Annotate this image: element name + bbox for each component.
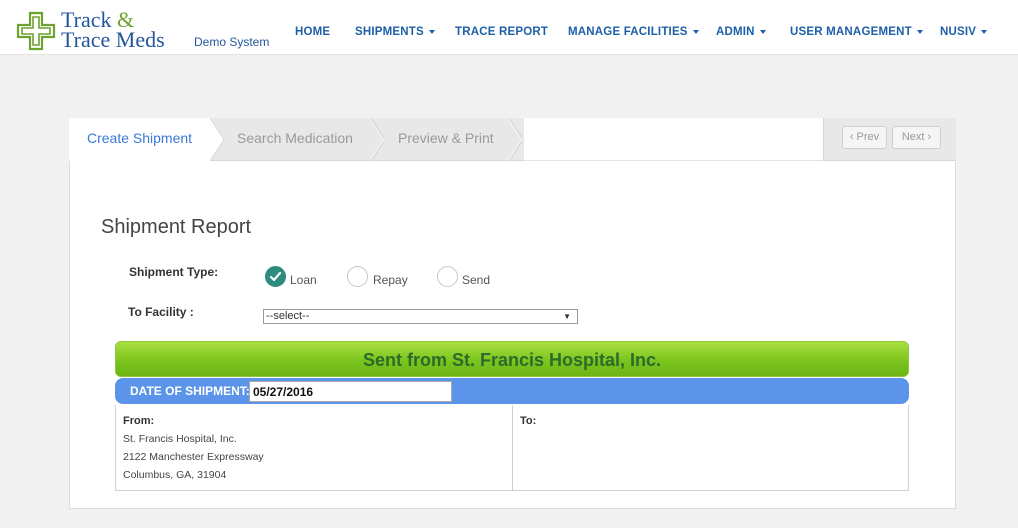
nav-shipments-label: SHIPMENTS xyxy=(355,26,424,38)
chevron-left-icon: ‹ xyxy=(849,131,854,143)
wizard-step-search-medication[interactable]: Search Medication xyxy=(219,118,374,161)
caret-down-icon xyxy=(428,29,435,34)
wizard-spacer xyxy=(524,118,823,161)
wizard-divider xyxy=(823,118,824,161)
top-navbar: Track & Trace Meds Demo System HOME SHIP… xyxy=(0,0,1018,55)
nav-shipments[interactable]: SHIPMENTS xyxy=(355,26,435,38)
prev-label: Prev xyxy=(856,131,880,143)
brand-line2: Trace Meds xyxy=(61,27,165,52)
nav-manage-facilities-label: MANAGE FACILITIES xyxy=(568,26,688,38)
from-line-2: 2122 Manchester Expressway xyxy=(123,451,264,463)
nav-nusiv-label: NUSIV xyxy=(940,26,977,38)
brand-name[interactable]: Track & Trace Meds xyxy=(61,9,165,52)
nav-admin[interactable]: ADMIN xyxy=(716,26,766,38)
nav-trace-report[interactable]: TRACE REPORT xyxy=(455,26,548,38)
radio-loan[interactable] xyxy=(265,266,286,287)
from-line-3: Columbus, GA, 31904 xyxy=(123,469,227,481)
nav-home[interactable]: HOME xyxy=(295,26,330,38)
next-button[interactable]: Next › xyxy=(892,126,941,149)
nav-manage-facilities[interactable]: MANAGE FACILITIES xyxy=(568,26,699,38)
caret-down-icon xyxy=(916,29,923,34)
caret-down-icon xyxy=(759,29,766,34)
radio-repay-label: Repay xyxy=(373,273,408,287)
checkmark-icon xyxy=(269,271,282,282)
date-of-shipment-label: DATE OF SHIPMENT: xyxy=(130,384,250,398)
to-facility-value: --select-- xyxy=(266,310,310,322)
radio-send[interactable] xyxy=(437,266,458,287)
radio-loan-label: Loan xyxy=(290,273,317,287)
nav-user-management[interactable]: USER MANAGEMENT xyxy=(790,26,923,38)
sent-from-banner: Sent from St. Francis Hospital, Inc. xyxy=(115,341,909,377)
chevron-right-icon: › xyxy=(927,131,932,143)
caret-down-icon xyxy=(692,29,699,34)
radio-send-label: Send xyxy=(462,273,491,287)
next-label: Next xyxy=(901,131,925,143)
to-label: To: xyxy=(520,415,537,427)
radio-repay[interactable] xyxy=(347,266,368,287)
from-line-1: St. Francis Hospital, Inc. xyxy=(123,433,237,445)
from-label: From: xyxy=(123,415,155,427)
nav-home-label: HOME xyxy=(295,26,331,38)
address-divider xyxy=(512,405,513,491)
caret-down-icon xyxy=(981,29,988,34)
cross-logo-icon[interactable] xyxy=(16,11,56,51)
nav-nusiv[interactable]: NUSIV xyxy=(940,26,988,38)
system-subtitle: Demo System xyxy=(194,35,270,49)
to-facility-select[interactable]: --select-- ▼ xyxy=(263,309,578,324)
sent-from-text: Sent from St. Francis Hospital, Inc. xyxy=(362,350,662,370)
shipment-type-label: Shipment Type: xyxy=(129,265,219,279)
wizard-step-preview-print[interactable]: Preview & Print xyxy=(380,118,510,161)
step-separator xyxy=(508,118,522,161)
nav-trace-report-label: TRACE REPORT xyxy=(455,26,549,38)
dropdown-arrow-icon: ▼ xyxy=(563,312,571,321)
date-of-shipment-input[interactable] xyxy=(249,381,452,402)
prev-button[interactable]: ‹ Prev xyxy=(842,126,887,149)
page-title: Shipment Report xyxy=(101,216,252,238)
wizard-step-create-shipment[interactable]: Create Shipment xyxy=(69,118,210,161)
nav-admin-label: ADMIN xyxy=(716,26,755,38)
nav-user-management-label: USER MANAGEMENT xyxy=(790,26,912,38)
to-facility-label: To Facility : xyxy=(128,305,194,319)
wizard-steps: Create Shipment Search Medication Previe… xyxy=(69,118,956,161)
